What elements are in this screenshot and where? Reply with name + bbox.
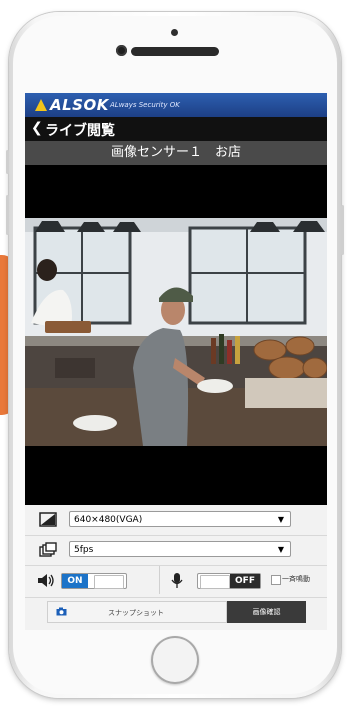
resolution-row: 640×480(VGA) ▼	[25, 505, 327, 536]
sensor-title-bar: 画像センサー１ お店	[25, 141, 327, 165]
back-button[interactable]: ライブ閲覧	[45, 120, 115, 140]
camera-icon	[56, 607, 67, 616]
toggle-thumb	[94, 575, 124, 589]
power-button	[341, 205, 344, 255]
microphone-icon	[171, 573, 183, 588]
broadcast-checkbox[interactable]	[271, 575, 281, 585]
broadcast-checkbox-label: 一斉鳴動	[282, 575, 310, 583]
sensor-title: 画像センサー１ お店	[110, 145, 241, 160]
mute-switch	[6, 150, 9, 174]
resolution-select[interactable]: 640×480(VGA) ▼	[69, 511, 291, 527]
microphone-toggle[interactable]: OFF	[197, 573, 261, 589]
alsok-logo: ALSOK	[35, 96, 109, 114]
toggle-thumb	[200, 575, 230, 589]
framerate-select[interactable]: 5fps ▼	[69, 541, 291, 557]
app-screen: ALSOK ALways Security OK ❮ ライブ閲覧 画像センサー１…	[25, 93, 327, 630]
resolution-icon	[39, 512, 57, 527]
bottom-tabs: スナップショット 画像確認	[47, 601, 306, 623]
speaker-toggle[interactable]: ON	[61, 573, 127, 589]
frames-icon	[39, 542, 57, 557]
volume-up-button	[6, 195, 9, 235]
live-camera-view	[25, 218, 327, 446]
speaker-icon	[38, 574, 54, 587]
dropdown-caret-icon: ▼	[277, 545, 284, 554]
camera-feed-image	[25, 218, 327, 446]
chevron-left-icon[interactable]: ❮	[31, 120, 43, 136]
tab-image-check[interactable]: 画像確認	[227, 601, 306, 623]
audio-divider	[159, 566, 160, 594]
brand-tagline: ALways Security OK	[110, 101, 180, 109]
nav-bar: ❮ ライブ閲覧	[25, 117, 327, 141]
tab-snapshot[interactable]: スナップショット	[47, 601, 227, 623]
audio-row: ON OFF 一斉鳴動	[25, 565, 327, 598]
dropdown-caret-icon: ▼	[277, 515, 284, 524]
front-camera	[116, 45, 127, 56]
framerate-row: 5fps ▼	[25, 535, 327, 566]
earpiece-speaker	[131, 47, 219, 56]
home-button[interactable]	[151, 636, 199, 684]
brand-header: ALSOK ALways Security OK	[25, 93, 327, 117]
proximity-sensor	[171, 29, 178, 36]
